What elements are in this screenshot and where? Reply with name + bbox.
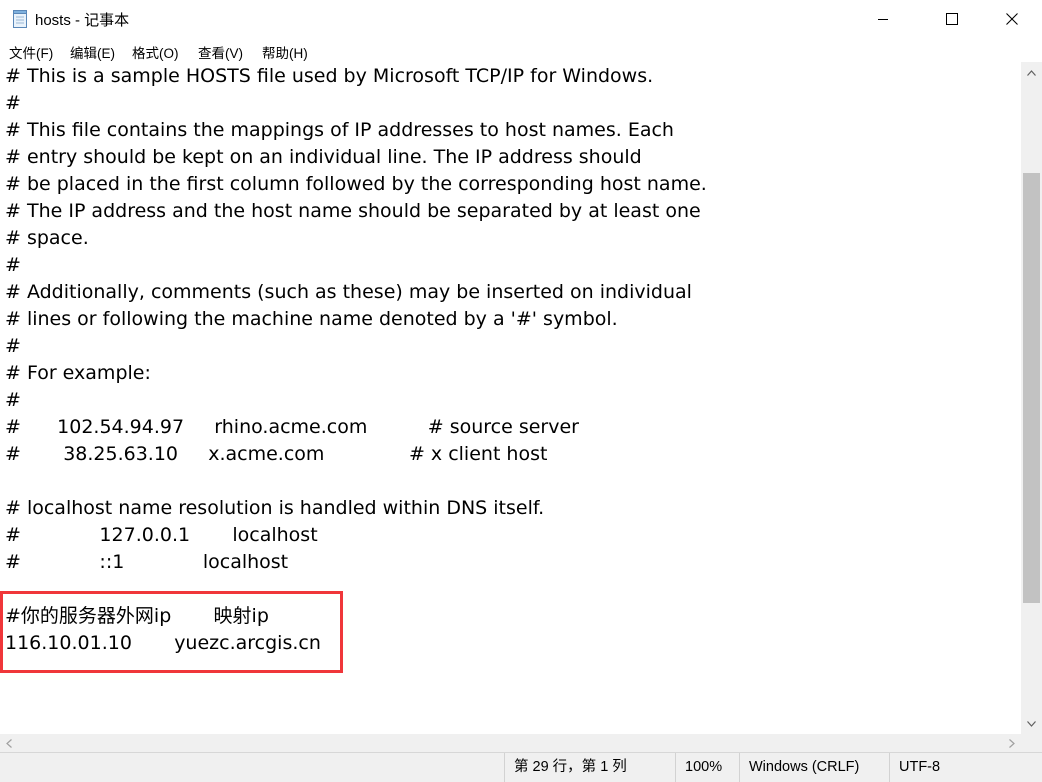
minimize-button[interactable]	[860, 0, 906, 38]
chevron-right-icon	[1009, 738, 1015, 748]
text-line: # This is a sample HOSTS file used by Mi…	[5, 65, 654, 87]
vertical-scroll-thumb[interactable]	[1023, 173, 1040, 603]
window-title: hosts - 记事本	[35, 12, 130, 29]
title-bar[interactable]: hosts - 记事本	[0, 0, 1042, 38]
notepad-window: hosts - 记事本 文件(F) 编辑(E) 格式(O) 查看(V) 帮助(H…	[0, 0, 1042, 782]
text-line: # localhost name resolution is handled w…	[5, 497, 545, 519]
chevron-up-icon	[1027, 69, 1036, 76]
text-line: 116.10.01.10 yuezc.arcgis.cn	[5, 632, 321, 654]
text-line: # Additionally, comments (such as these)…	[5, 281, 692, 303]
maximize-button[interactable]	[929, 0, 975, 38]
text-line: # lines or following the machine name de…	[5, 308, 618, 330]
notepad-icon	[12, 10, 28, 28]
line-ending: Windows (CRLF)	[739, 753, 889, 782]
scroll-left-button[interactable]	[0, 734, 18, 752]
close-button[interactable]	[989, 0, 1035, 38]
text-editor[interactable]: # This is a sample HOSTS file used by Mi…	[0, 62, 1021, 734]
scroll-up-button[interactable]	[1021, 62, 1042, 83]
text-line: # 38.25.63.10 x.acme.com # x client host	[5, 443, 548, 465]
close-icon	[1006, 13, 1018, 25]
scrollbar-corner	[1021, 734, 1042, 752]
encoding: UTF-8	[889, 753, 1042, 782]
text-line: # 127.0.0.1 localhost	[5, 524, 318, 546]
horizontal-scrollbar[interactable]	[0, 734, 1021, 752]
menu-bar: 文件(F) 编辑(E) 格式(O) 查看(V) 帮助(H)	[0, 38, 1042, 62]
text-line: #	[5, 389, 21, 411]
text-line: # ::1 localhost	[5, 551, 289, 573]
chevron-down-icon	[1027, 720, 1036, 727]
text-line: #你的服务器外网ip 映射ip	[5, 605, 269, 627]
scroll-down-button[interactable]	[1021, 713, 1042, 734]
text-line: # 102.54.94.97 rhino.acme.com # source s…	[5, 416, 579, 438]
text-line: # For example:	[5, 362, 151, 384]
text-line: #	[5, 92, 21, 114]
text-line: # be placed in the first column followed…	[5, 173, 707, 195]
scroll-right-button[interactable]	[1003, 734, 1021, 752]
chevron-left-icon	[6, 738, 12, 748]
minimize-icon	[878, 19, 888, 20]
text-line: # entry should be kept on an individual …	[5, 146, 642, 168]
text-line: #	[5, 335, 21, 357]
status-bar: 第 29 行，第 1 列 100% Windows (CRLF) UTF-8	[0, 752, 1042, 782]
menu-view[interactable]: 查看(V)	[198, 42, 243, 62]
text-line: # space.	[5, 227, 89, 249]
menu-edit[interactable]: 编辑(E)	[70, 42, 115, 62]
cursor-position: 第 29 行，第 1 列	[504, 753, 675, 782]
menu-file[interactable]: 文件(F)	[9, 42, 53, 62]
menu-format[interactable]: 格式(O)	[132, 42, 179, 62]
text-line: # The IP address and the host name shoul…	[5, 200, 701, 222]
text-line: #	[5, 254, 21, 276]
vertical-scrollbar[interactable]	[1021, 62, 1042, 734]
text-line: # This file contains the mappings of IP …	[5, 119, 674, 141]
maximize-icon	[946, 13, 958, 25]
menu-help[interactable]: 帮助(H)	[262, 42, 308, 62]
zoom-level: 100%	[675, 753, 739, 782]
